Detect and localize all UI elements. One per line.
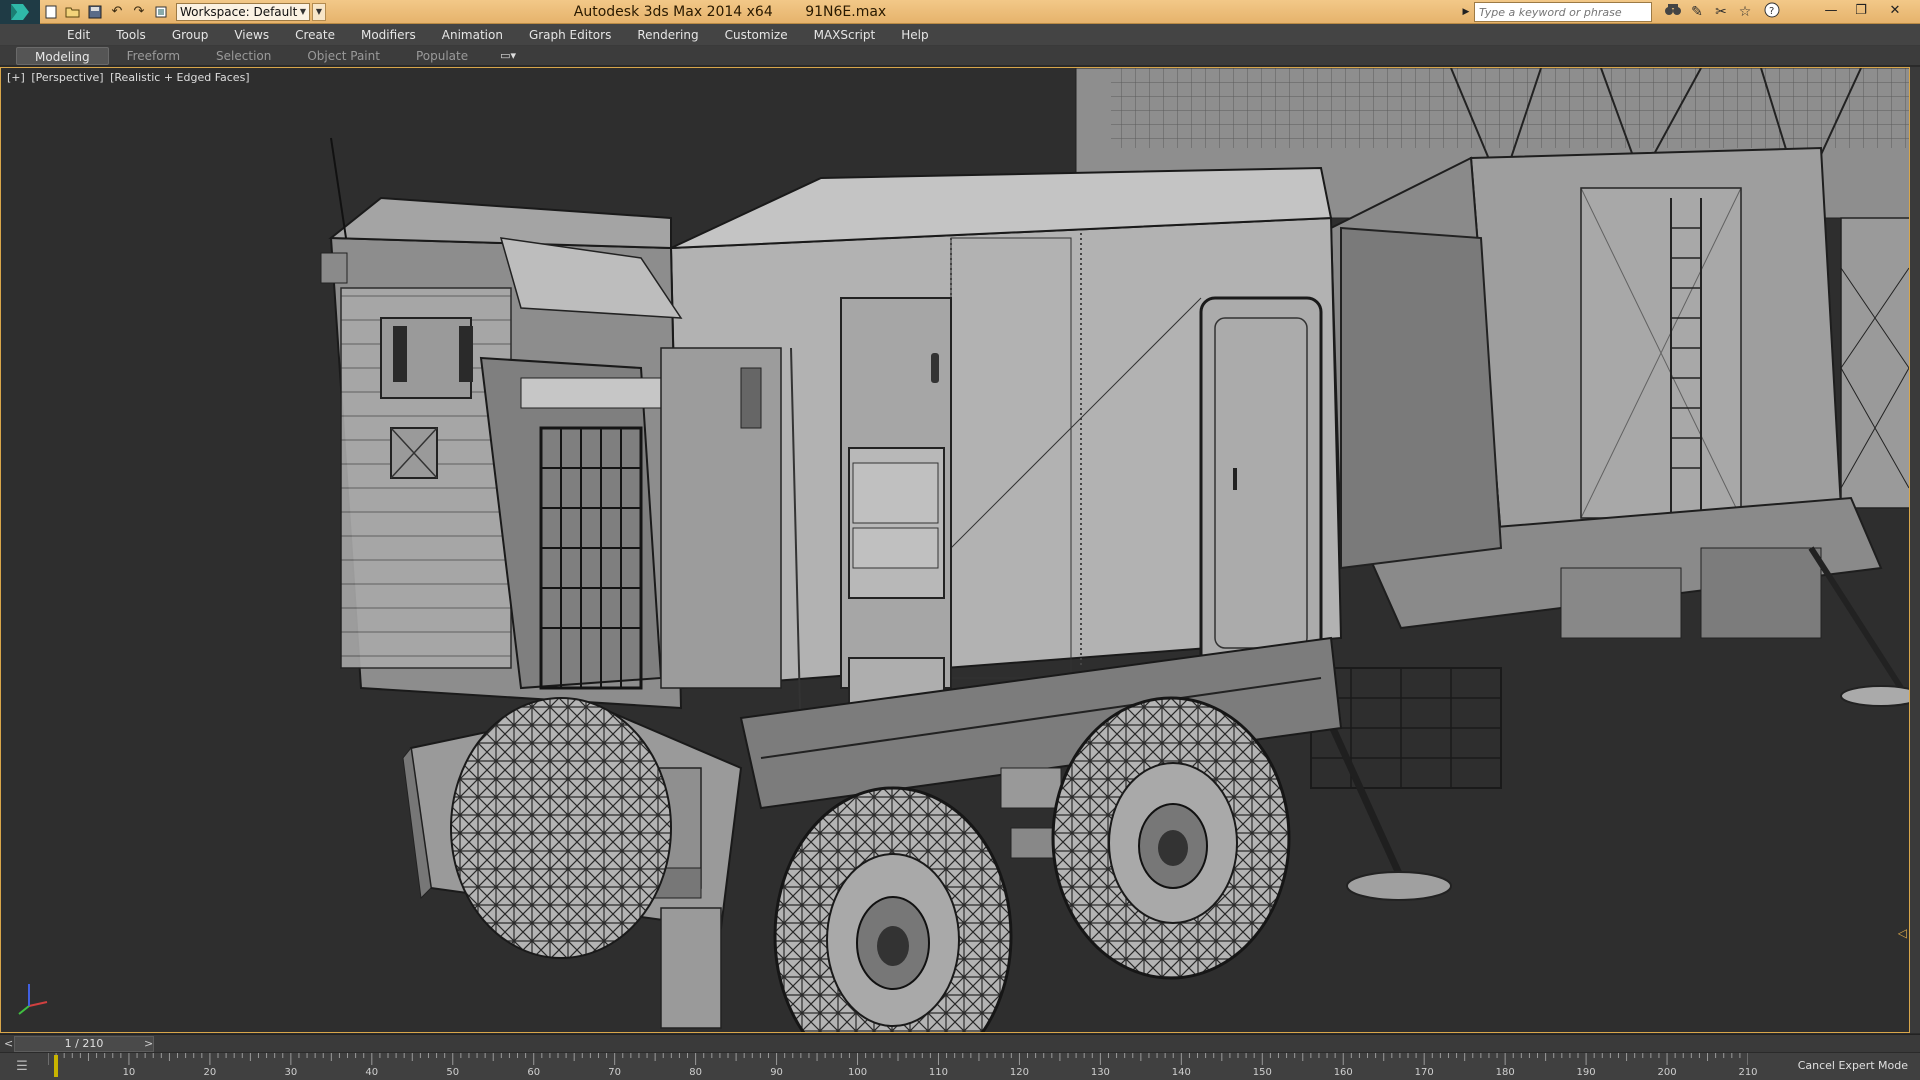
viewport-shading-label[interactable]: [Realistic + Edged Faces] — [110, 71, 249, 84]
3dsmax-logo-icon — [11, 3, 29, 20]
project-icon[interactable] — [150, 1, 172, 23]
undo-icon[interactable]: ↶ — [106, 1, 128, 23]
vehicle-model-render — [320, 68, 1909, 1032]
ruler-tick-label: 30 — [284, 1067, 298, 1078]
menu-animation[interactable]: Animation — [429, 24, 516, 46]
menu-create[interactable]: Create — [282, 24, 348, 46]
title-bar: ↶ ↷ Workspace: Default ▼ ▼ Autodesk 3ds … — [0, 0, 1920, 24]
restore-button[interactable]: ❐ — [1846, 0, 1876, 22]
current-frame-marker — [54, 1055, 59, 1077]
close-button[interactable]: ✕ — [1880, 0, 1910, 22]
open-file-icon[interactable] — [62, 1, 84, 23]
ruler-tick-label: 90 — [770, 1067, 783, 1078]
axis-tripod-icon — [18, 984, 48, 1015]
quick-access-customize-button[interactable]: ▼ — [312, 2, 326, 21]
time-slider-thumb[interactable]: 1 / 210 — [14, 1036, 154, 1052]
ruler-tick-label: 50 — [446, 1067, 460, 1078]
workspace-label: Workspace: Default — [180, 4, 298, 19]
frame-counter: 1 / 210 — [64, 1037, 104, 1050]
tab-populate[interactable]: Populate — [398, 47, 486, 65]
ruler-tick-label: 150 — [1252, 1067, 1272, 1078]
viewport-label: [+] [Perspective] [Realistic + Edged Fac… — [7, 71, 253, 84]
menu-help[interactable]: Help — [888, 24, 941, 46]
ruler-tick-label: 180 — [1495, 1067, 1515, 1078]
ribbon-tabs: Modeling Freeform Selection Object Paint… — [0, 46, 1920, 66]
ruler-tick-label: 120 — [1009, 1067, 1029, 1078]
save-icon[interactable] — [84, 1, 106, 23]
workspace-dropdown[interactable]: Workspace: Default ▼ — [176, 2, 310, 21]
app-menu-button[interactable] — [0, 0, 40, 24]
track-bar: ☰ 10 20 30 40 50 60 70 80 90 100 110 120 130 140 150 16… — [0, 1052, 1920, 1080]
ruler-tick-label: 40 — [365, 1067, 379, 1078]
search-expand-icon[interactable]: ▶ — [1460, 3, 1472, 21]
time-slider[interactable]: < 1 / 210 > — [0, 1034, 1920, 1052]
file-name: 91N6E.max — [805, 4, 887, 20]
menu-maxscript[interactable]: MAXScript — [801, 24, 889, 46]
app-title: Autodesk 3ds Max 2014 x64 — [573, 4, 773, 20]
ruler-tick-label: 20 — [203, 1067, 217, 1078]
svg-text:?: ? — [1769, 6, 1774, 17]
ruler-tick-label: 110 — [928, 1067, 949, 1078]
tools-icon[interactable]: ✎ — [1686, 2, 1708, 22]
ruler-tick-label: 10 — [122, 1067, 136, 1078]
tab-object-paint[interactable]: Object Paint — [289, 47, 398, 65]
menu-bar: Edit Tools Group Views Create Modifiers … — [0, 24, 1920, 46]
tab-freeform[interactable]: Freeform — [109, 47, 198, 65]
viewport-menu-plus[interactable]: [+] — [7, 71, 25, 84]
menu-modifiers[interactable]: Modifiers — [348, 24, 429, 46]
ruler-tick-label: 170 — [1414, 1067, 1434, 1078]
ruler-tick-label: 60 — [527, 1067, 541, 1078]
redo-icon[interactable]: ↷ — [128, 1, 150, 23]
ruler-tick-label: 130 — [1090, 1067, 1110, 1078]
ruler-tick-label: 70 — [608, 1067, 622, 1078]
frame-ruler[interactable]: 10 20 30 40 50 60 70 80 90 100 110 120 130 140 150 160 1… — [48, 1053, 1758, 1080]
ruler-tick-label: 190 — [1576, 1067, 1596, 1078]
minimize-button[interactable]: — — [1816, 0, 1846, 22]
ruler-tick-label: 210 — [1738, 1067, 1758, 1078]
binoculars-icon[interactable] — [1662, 2, 1684, 22]
ruler-tick-label: 160 — [1333, 1067, 1353, 1078]
tab-modeling[interactable]: Modeling — [16, 46, 109, 65]
ruler-ticks — [48, 1053, 1748, 1065]
viewport-expand-arrow-icon[interactable]: ◁ — [1898, 926, 1907, 940]
menu-customize[interactable]: Customize — [712, 24, 801, 46]
menu-group[interactable]: Group — [159, 24, 222, 46]
menu-edit[interactable]: Edit — [54, 24, 103, 46]
perspective-viewport[interactable]: [+] [Perspective] [Realistic + Edged Fac… — [0, 67, 1910, 1033]
mini-curve-editor-icon[interactable]: ☰ — [4, 1057, 40, 1077]
chevron-down-icon: ▼ — [299, 6, 306, 16]
viewport-view-label[interactable]: [Perspective] — [31, 71, 103, 84]
tab-selection[interactable]: Selection — [198, 47, 289, 65]
ruler-tick-label: 80 — [689, 1067, 702, 1078]
menu-graph-editors[interactable]: Graph Editors — [516, 24, 624, 46]
favorites-star-icon[interactable]: ☆ — [1734, 2, 1756, 22]
cancel-expert-mode-button[interactable]: Cancel Expert Mode — [1798, 1059, 1908, 1072]
previous-frame-button[interactable]: < — [4, 1035, 13, 1053]
command-panel-edge — [1910, 67, 1920, 1033]
connect-icon[interactable]: ✂ — [1710, 2, 1732, 22]
menu-tools[interactable]: Tools — [103, 24, 159, 46]
ruler-tick-label: 100 — [847, 1067, 868, 1078]
help-icon[interactable]: ? — [1762, 2, 1784, 22]
new-file-icon[interactable] — [40, 1, 62, 23]
search-input[interactable] — [1474, 2, 1652, 22]
ruler-tick-label: 140 — [1171, 1067, 1191, 1078]
menu-views[interactable]: Views — [221, 24, 282, 46]
menu-rendering[interactable]: Rendering — [624, 24, 711, 46]
ruler-tick-label: 200 — [1657, 1067, 1677, 1078]
ribbon-options-icon[interactable]: ▭▾ — [500, 49, 516, 62]
next-frame-button[interactable]: > — [144, 1035, 153, 1053]
